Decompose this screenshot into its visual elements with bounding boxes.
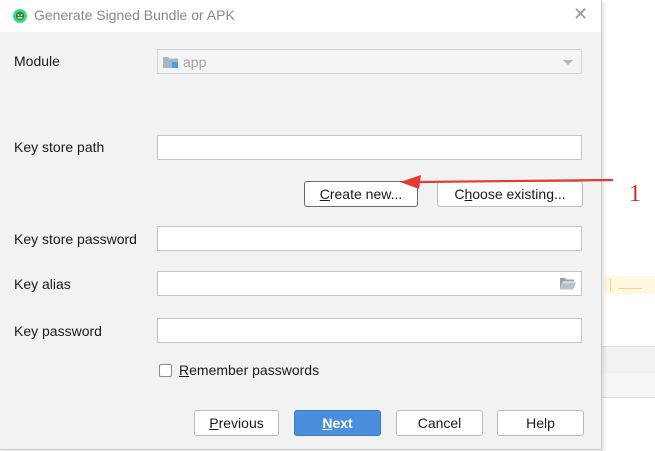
next-button[interactable]: Next [294,410,381,436]
choose-existing-label: oose existing... [472,186,566,202]
dialog-title: Generate Signed Bundle or APK [34,7,235,23]
folder-open-icon[interactable] [560,277,576,290]
previous-label: revious [218,415,264,431]
key-password-label: Key password [14,323,102,339]
choose-existing-prefix: C [454,186,465,202]
next-mnemonic: N [322,415,333,431]
key-store-path-input[interactable] [157,135,582,160]
module-label: Module [14,53,60,69]
background-panel-strip [600,346,655,374]
next-label: ext [332,415,353,431]
cancel-button[interactable]: Cancel [396,410,483,436]
background-panel-strip [600,373,655,398]
previous-mnemonic: P [209,415,219,431]
background-editor-highlight [604,276,655,294]
chevron-down-icon [563,60,573,65]
dialog-titlebar: Generate Signed Bundle or APK ✕ [0,0,601,32]
create-new-mnemonic: C [319,186,330,202]
android-studio-icon [13,9,27,23]
generate-signed-bundle-dialog: Generate Signed Bundle or APK ✕ Module a… [0,0,602,450]
annotation-number: 1 [629,181,641,207]
remember-label-text: emember passwords [189,362,320,378]
module-select[interactable]: app [157,49,582,74]
remember-mnemonic: R [179,362,190,378]
choose-existing-button[interactable]: Choose existing... [437,181,583,207]
key-store-password-label: Key store password [14,231,137,247]
folder-module-icon [163,57,178,68]
module-value: app [183,54,207,70]
key-alias-label: Key alias [14,276,71,292]
help-button[interactable]: Help [497,410,584,436]
key-password-input[interactable] [157,318,582,343]
previous-button[interactable]: Previous [194,410,279,436]
remember-passwords-label[interactable]: Remember passwords [179,362,319,378]
key-store-password-input[interactable] [157,226,582,251]
key-alias-input[interactable] [157,271,582,296]
close-icon[interactable]: ✕ [573,4,588,24]
remember-passwords-checkbox[interactable] [159,364,172,377]
key-store-path-label: Key store path [14,139,105,155]
create-new-button[interactable]: Create new... [304,181,418,207]
create-new-label: reate new... [329,186,403,202]
